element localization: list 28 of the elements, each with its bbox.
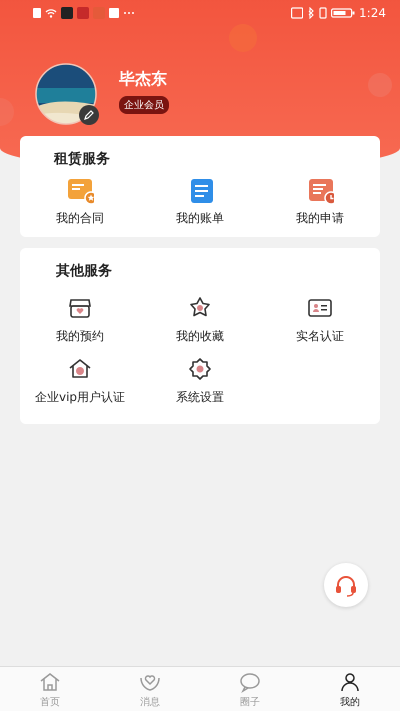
service-item[interactable]: 我的申请 — [260, 176, 380, 227]
app-icon — [77, 7, 89, 19]
member-badge: 企业会员 — [119, 96, 169, 114]
cast-icon — [291, 7, 304, 19]
user-name: 毕杰东 — [119, 69, 167, 90]
service-item[interactable]: 我的收藏 — [140, 294, 260, 345]
sim-icon — [33, 7, 41, 19]
status-time: 1:24 — [359, 6, 386, 20]
service-item[interactable]: 我的账单 — [140, 176, 260, 227]
edit-icon — [79, 105, 99, 125]
service-item[interactable]: 企业vip用户认证 — [20, 355, 140, 406]
bluetooth-icon — [307, 7, 316, 19]
app-icon — [61, 7, 73, 19]
service-item[interactable]: 我的合同 — [20, 176, 140, 227]
service-item[interactable]: 系统设置 — [140, 355, 260, 406]
battery-icon — [331, 7, 356, 19]
service-item[interactable]: 实名认证 — [260, 294, 380, 345]
support-button[interactable] — [324, 563, 368, 607]
document-clock-icon — [306, 176, 334, 204]
headset-icon — [334, 573, 358, 597]
tab[interactable]: 我的 — [300, 667, 400, 711]
section-title: 租赁服务 — [52, 150, 111, 168]
vibrate-icon — [319, 7, 328, 19]
message-icon — [109, 7, 119, 19]
wifi-icon — [45, 7, 57, 19]
service-item[interactable]: 我的预约 — [20, 294, 140, 345]
section-title: 其他服务 — [55, 262, 113, 280]
document-star-icon — [66, 176, 94, 204]
